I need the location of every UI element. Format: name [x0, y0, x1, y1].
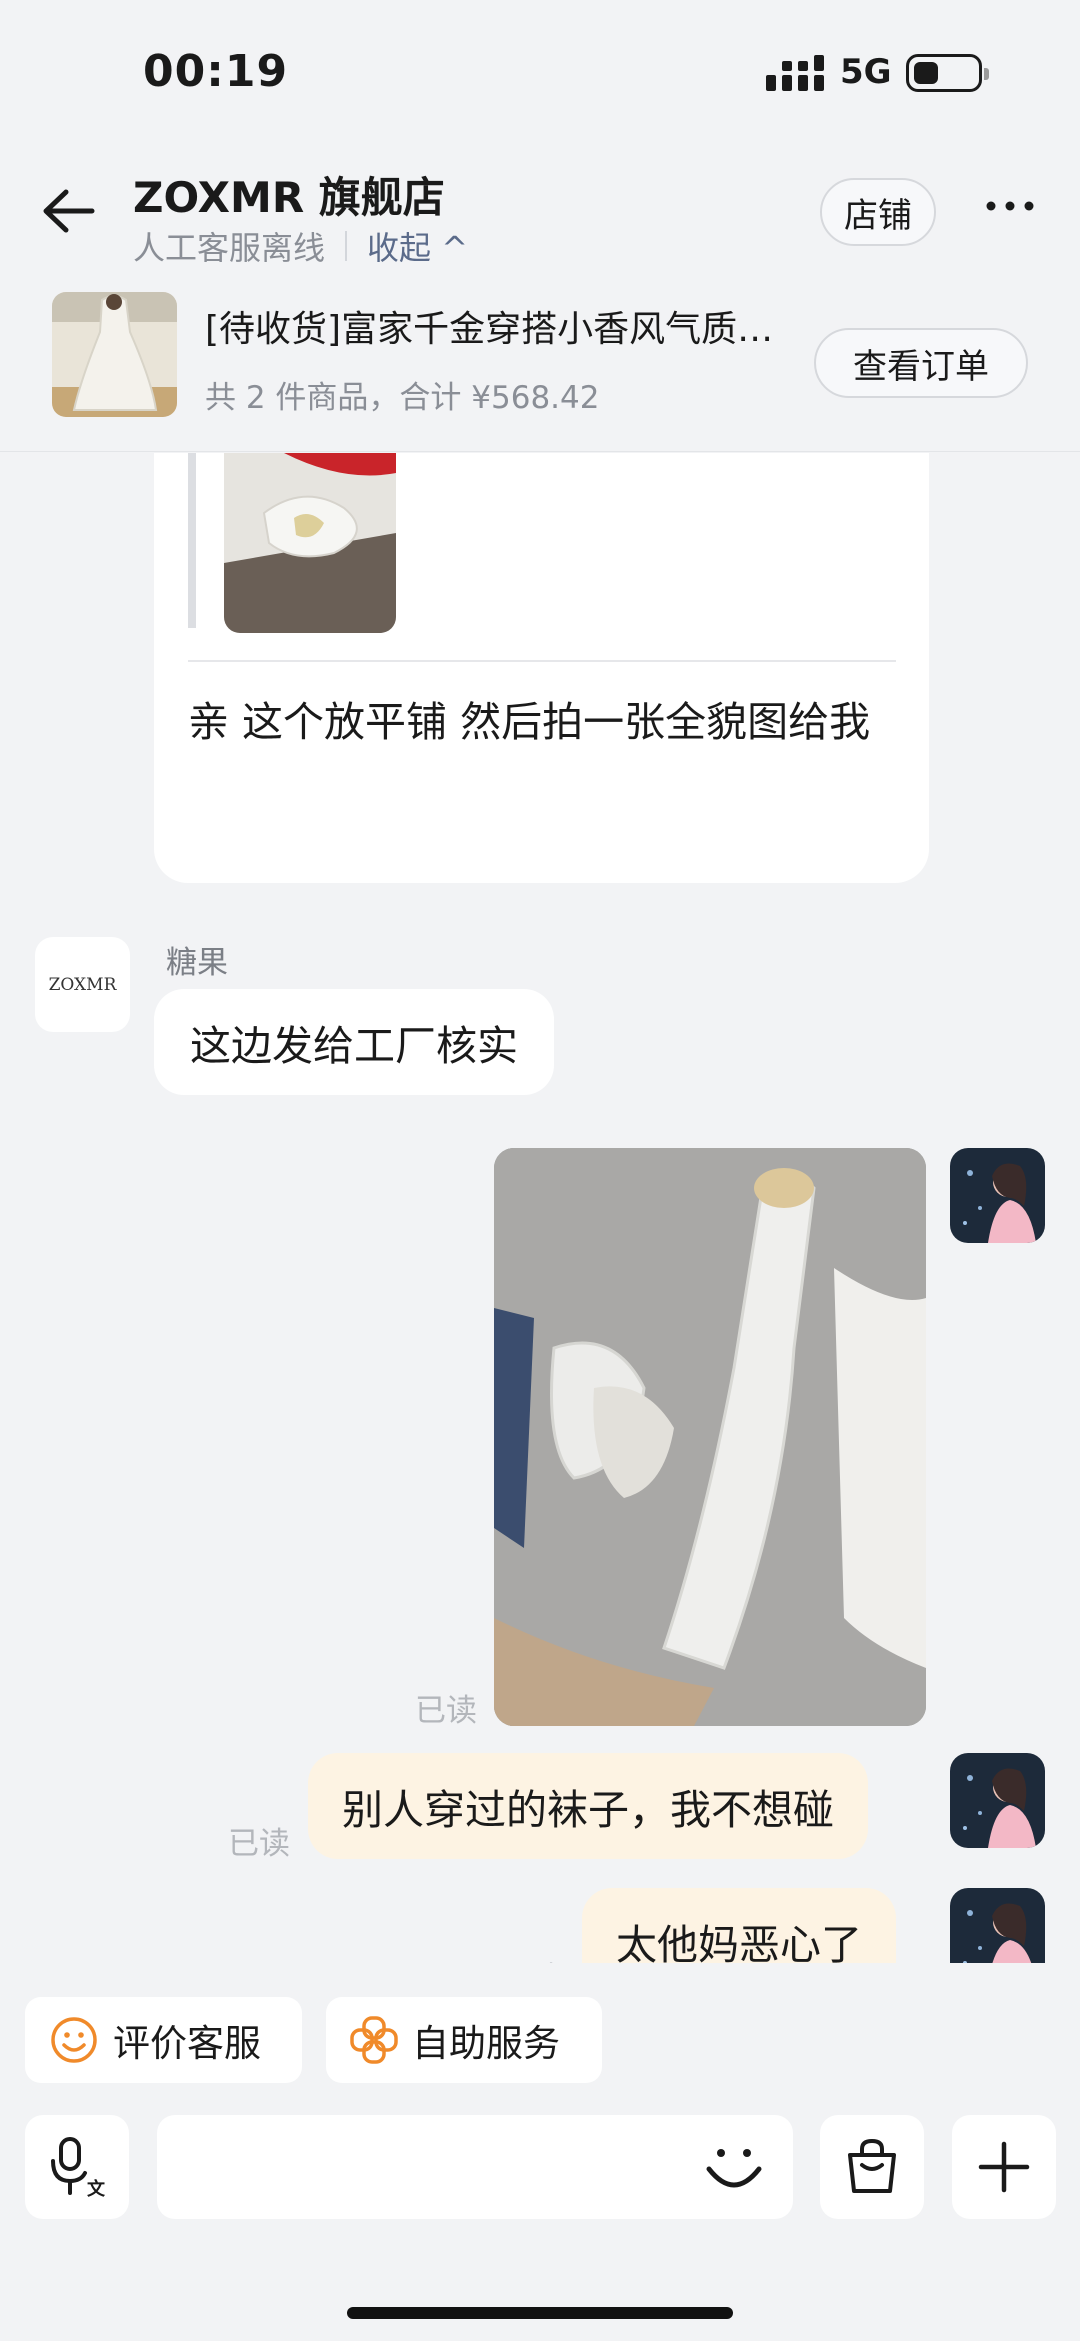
more-options-icon[interactable]: [985, 200, 1035, 212]
battery-icon: [906, 54, 989, 92]
order-title: [待收货]富家千金穿搭小香风气质名媛连衣裙套装: [205, 309, 805, 350]
read-status: 已读: [415, 1693, 477, 1729]
card-divider: [188, 660, 896, 662]
user-message-bubble: 太他妈恶心了: [582, 1888, 896, 1963]
shop-avatar[interactable]: ZOXMR: [35, 937, 130, 1032]
quote-bar: [188, 453, 196, 628]
order-summary: 共 2 件商品，合计 ¥568.42: [205, 380, 600, 416]
shop-name: ZOXMR 旗舰店: [133, 173, 445, 222]
user-avatar-image: [950, 1888, 1045, 1963]
sent-photo-image: [494, 1148, 926, 1726]
read-status: 已读: [228, 1826, 290, 1862]
self-service-label: 自助服务: [412, 2022, 560, 2065]
quoted-photo[interactable]: [224, 453, 396, 633]
shopping-bag-icon: [848, 2138, 896, 2193]
user-avatar-image: [950, 1753, 1045, 1848]
chat-area[interactable]: 亲 这个放平铺 然后拍一张全貌图给我 ZOXMR 糖果 这边发给工厂核实 已读: [0, 453, 1080, 1963]
smile-icon: [51, 2017, 97, 2063]
signal-icon: [766, 55, 824, 91]
user-avatar[interactable]: [950, 1753, 1045, 1848]
rate-service-label: 评价客服: [113, 2022, 261, 2065]
microphone-translate-icon: 文: [51, 2137, 106, 2199]
message-input-container[interactable]: [157, 2115, 793, 2219]
user-avatar[interactable]: [950, 1148, 1045, 1243]
read-status: 已读: [500, 1953, 562, 1963]
order-thumbnail: [52, 292, 177, 417]
user-avatar[interactable]: [950, 1888, 1045, 1963]
shop-message-bubble: 这边发给工厂核实: [154, 989, 554, 1095]
network-type: 5G: [840, 52, 892, 92]
sent-photo[interactable]: [494, 1148, 926, 1726]
reply-card-message: 亲 这个放平铺 然后拍一张全貌图给我: [154, 453, 929, 883]
service-status: 人工客服离线: [133, 229, 326, 267]
store-button[interactable]: 店铺: [820, 178, 936, 246]
view-order-button[interactable]: 查看订单: [814, 328, 1028, 398]
plus-icon: [978, 2141, 1030, 2193]
voice-input-button[interactable]: 文: [25, 2115, 129, 2219]
self-service-button[interactable]: 自助服务: [326, 1997, 602, 2083]
quoted-photo-image: [224, 453, 396, 633]
user-avatar-image: [950, 1148, 1045, 1243]
more-tools-button[interactable]: [952, 2115, 1056, 2219]
divider: [345, 231, 348, 261]
collapse-toggle[interactable]: 收起 ^: [367, 223, 468, 269]
apps-icon: [350, 2016, 398, 2064]
dress-thumbnail-image: [52, 292, 177, 417]
service-status-line: 人工客服离线 收起 ^: [133, 223, 468, 269]
card-reply-text: 亲 这个放平铺 然后拍一张全貌图给我: [188, 698, 871, 746]
product-picker-button[interactable]: [820, 2115, 924, 2219]
status-bar: 00:19 5G: [0, 0, 1080, 140]
back-arrow-icon[interactable]: [40, 186, 96, 236]
status-time: 00:19: [143, 46, 289, 97]
emoji-icon[interactable]: [703, 2139, 765, 2201]
sender-name: 糖果: [166, 945, 228, 981]
svg-text:文: 文: [87, 2178, 106, 2199]
order-card[interactable]: [待收货]富家千金穿搭小香风气质名媛连衣裙套装 共 2 件商品，合计 ¥568.…: [0, 280, 1080, 452]
message-input[interactable]: [181, 2133, 651, 2201]
user-message-bubble: 别人穿过的袜子，我不想碰: [308, 1753, 868, 1859]
home-indicator: [347, 2307, 733, 2319]
rate-service-button[interactable]: 评价客服: [25, 1997, 302, 2083]
